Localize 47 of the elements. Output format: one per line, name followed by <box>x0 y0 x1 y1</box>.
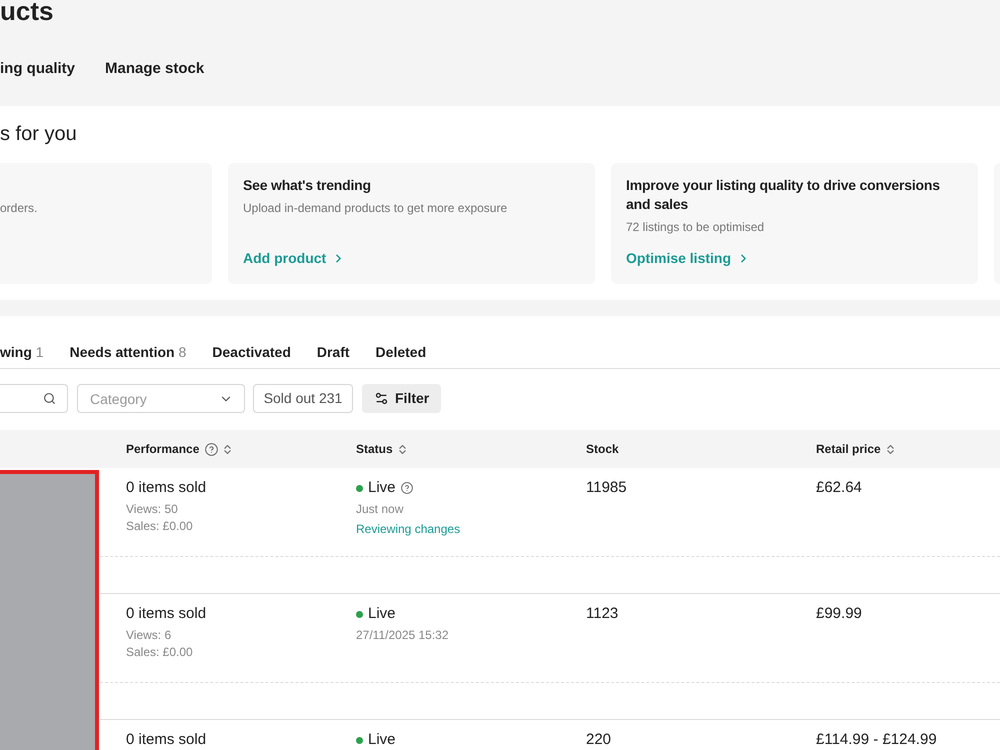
card-description: orders. <box>0 200 38 217</box>
category-select[interactable]: Category <box>77 384 245 413</box>
column-header: Performance <box>126 441 200 457</box>
sales-text: Sales: £0.00 <box>126 518 193 535</box>
status-tab[interactable]: Deactivated <box>212 342 291 368</box>
help-icon[interactable] <box>205 442 218 456</box>
column-header: Retail price <box>816 441 881 457</box>
status-label: Live <box>368 478 396 498</box>
section-heading: s for you <box>0 122 77 146</box>
sold-out-button[interactable]: Sold out 231 <box>253 384 353 413</box>
sliders-icon <box>374 391 389 406</box>
card-title: See what's trending <box>243 176 371 195</box>
help-icon[interactable] <box>400 482 413 494</box>
status-label: Live <box>368 730 396 750</box>
sort-icon[interactable] <box>224 444 232 454</box>
stock-value: 220 <box>586 730 612 750</box>
column-header: Status <box>356 441 393 457</box>
status-tab[interactable]: wing 1 <box>0 342 44 368</box>
header-tab[interactable]: ing quality <box>0 56 75 82</box>
views-text: Views: 6 <box>126 627 172 644</box>
items-sold-text: 0 items sold <box>126 604 206 624</box>
column-header: Stock <box>586 441 619 457</box>
items-sold-text: 0 items sold <box>126 478 206 498</box>
stock-value: 1123 <box>586 604 618 624</box>
views-text: Views: 50 <box>126 501 178 518</box>
card-description: Upload in-demand products to get more exposure <box>243 200 508 217</box>
status-label: Live <box>368 604 396 624</box>
sort-icon[interactable] <box>398 444 406 454</box>
card-description: 72 listings to be optimised <box>626 219 764 236</box>
stock-value: 11985 <box>586 478 627 498</box>
status-tab[interactable]: Needs attention 8 <box>70 342 186 368</box>
items-sold-text: 0 items sold <box>126 730 206 750</box>
status-time: Just now <box>356 501 404 518</box>
search-icon <box>43 392 56 405</box>
header-tab[interactable]: Manage stock <box>105 56 204 82</box>
search-field[interactable] <box>0 384 68 413</box>
filter-button[interactable]: Filter <box>362 384 442 413</box>
status-tab[interactable]: Deleted <box>376 342 426 368</box>
retail-price: £99.99 <box>816 604 862 624</box>
card-title: Improve your listing quality to drive conversions and sales <box>626 176 941 214</box>
sort-icon[interactable] <box>886 444 894 454</box>
retail-price: £62.64 <box>816 478 862 498</box>
status-tab[interactable]: Draft <box>316 342 350 368</box>
page-title: ucts <box>0 0 54 26</box>
status-time: 27/11/2025 15:32 <box>356 627 449 644</box>
sales-text: Sales: £0.00 <box>126 644 193 661</box>
retail-price: £114.99 - £124.99 <box>816 730 937 750</box>
